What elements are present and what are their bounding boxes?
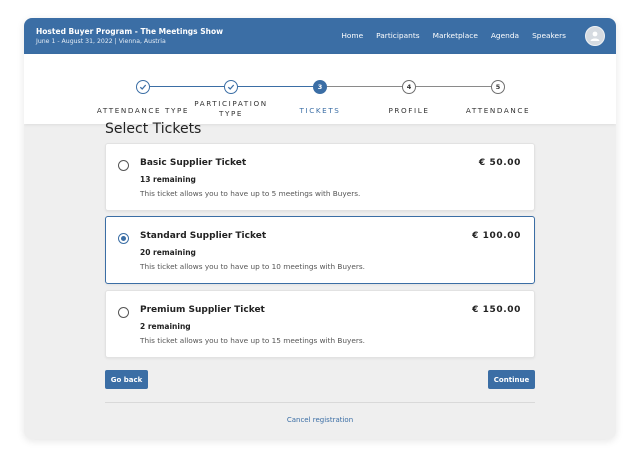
ticket-name: Premium Supplier Ticket (140, 305, 265, 315)
user-icon (590, 31, 600, 41)
ticket-option-standard[interactable]: Standard Supplier Ticket 20 remaining Th… (105, 216, 535, 284)
cancel-registration-link[interactable]: Cancel registration (24, 416, 616, 424)
nav-home[interactable]: Home (341, 31, 363, 40)
step-1-circle[interactable] (136, 80, 150, 94)
check-icon (139, 84, 147, 90)
main-nav: Home Participants Marketplace Agenda Spe… (341, 31, 566, 40)
step-5-label: ATTENDANCE (465, 106, 531, 115)
step-2-circle[interactable] (224, 80, 238, 94)
avatar[interactable] (585, 26, 605, 46)
nav-participants[interactable]: Participants (376, 31, 419, 40)
ticket-option-premium[interactable]: Premium Supplier Ticket 2 remaining This… (105, 290, 535, 358)
ticket-price: € 50.00 (478, 158, 521, 168)
app-window: Hosted Buyer Program - The Meetings Show… (24, 18, 616, 439)
ticket-description: This ticket allows you to have up to 15 … (140, 336, 365, 345)
ticket-radio[interactable] (118, 233, 129, 244)
ticket-price: € 100.00 (472, 231, 521, 241)
event-subtitle: June 1 - August 31, 2022 | Vienna, Austr… (36, 38, 166, 45)
nav-marketplace[interactable]: Marketplace (433, 31, 478, 40)
ticket-remaining: 13 remaining (140, 175, 196, 184)
go-back-button[interactable]: Go back (105, 370, 148, 389)
step-5-circle: 5 (491, 80, 505, 94)
ticket-description: This ticket allows you to have up to 5 m… (140, 189, 361, 198)
nav-agenda[interactable]: Agenda (491, 31, 519, 40)
ticket-radio[interactable] (118, 160, 129, 171)
continue-button[interactable]: Continue (488, 370, 535, 389)
event-title: Hosted Buyer Program - The Meetings Show (36, 27, 224, 36)
ticket-remaining: 20 remaining (140, 248, 196, 257)
ticket-price: € 150.00 (472, 305, 521, 315)
ticket-description: This ticket allows you to have up to 10 … (140, 262, 365, 271)
top-nav-bar: Hosted Buyer Program - The Meetings Show… (24, 18, 616, 54)
step-3-circle[interactable]: 3 (313, 80, 327, 94)
page-title: Select Tickets (105, 121, 202, 137)
radio-selected-dot (121, 236, 126, 241)
nav-speakers[interactable]: Speakers (532, 31, 566, 40)
footer-divider (105, 402, 535, 403)
step-4-circle: 4 (402, 80, 416, 94)
check-icon (227, 84, 235, 90)
registration-stepper: 3 4 5 ATTENDANCE TYPE PARTICIPATION TYPE… (24, 54, 616, 124)
ticket-option-basic[interactable]: Basic Supplier Ticket 13 remaining This … (105, 143, 535, 211)
ticket-name: Basic Supplier Ticket (140, 158, 247, 168)
ticket-name: Standard Supplier Ticket (140, 231, 267, 241)
ticket-remaining: 2 remaining (140, 322, 191, 331)
ticket-radio[interactable] (118, 307, 129, 318)
